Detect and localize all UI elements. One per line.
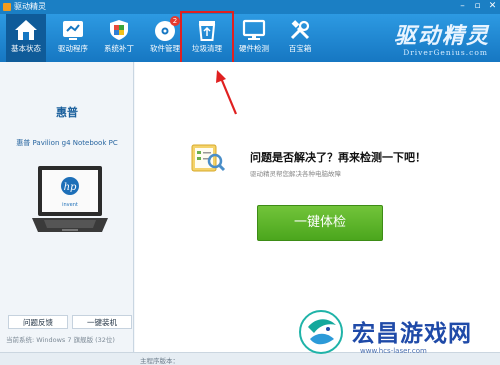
feedback-button[interactable]: 问题反馈 [8,315,68,329]
tab-hardware-detect[interactable]: 硬件检测 [233,14,275,62]
brand-name: 驱动精灵 [393,24,490,49]
device-model: 惠普 Pavilion g4 Notebook PC [16,139,118,147]
minimize-icon[interactable]: – [456,1,469,12]
watermark-url: www.hcs-laser.com [360,347,427,355]
laptop-image: hp invent [32,166,108,232]
maximize-icon[interactable]: ▫ [471,1,484,12]
window-title: 驱动精灵 [14,2,46,11]
tab-basic-status[interactable]: 基本状态 [6,14,46,62]
tab-label: 硬件检测 [239,44,269,53]
monitor-icon [242,19,266,40]
hp-logo-caption: invent [62,202,78,208]
brand-logo: 驱动精灵 DriverGenius.com [370,16,496,60]
annotation-arrow [216,70,238,115]
tab-software-manager[interactable]: 2 软件管理 [145,14,185,62]
checklist-magnifier-icon [191,144,226,172]
app-window: 驱动精灵 – ▫ ✕ 基本状态 驱动程序 系统补丁 2 软件管理 垃圾清理 硬件… [0,0,500,365]
recheck-question: 问题是否解决了？再来检测一下吧！ [250,151,426,164]
update-count-badge: 2 [170,16,180,26]
current-system-info: 当前系统: Windows 7 旗舰版 (32位) [6,334,115,344]
tab-label: 基本状态 [11,44,41,53]
device-info-panel: 惠普 惠普 Pavilion g4 Notebook PC hp invent … [0,62,134,352]
device-brand: 惠普 [56,106,78,119]
recheck-subtitle: 驱动精灵帮您解决各种电脑故障 [250,170,341,178]
tab-label: 软件管理 [150,44,180,53]
watermark-logo-icon [299,310,343,354]
main-toolbar: 基本状态 驱动程序 系统补丁 2 软件管理 垃圾清理 硬件检测 百宝箱 驱动精灵… [0,14,500,62]
close-icon[interactable]: ✕ [486,1,499,12]
watermark-text: 宏昌游戏网 [352,321,472,347]
tools-icon [290,20,310,40]
title-bar: 驱动精灵 – ▫ ✕ [0,0,500,14]
tab-label: 百宝箱 [288,44,312,53]
tab-label: 系统补丁 [104,44,134,53]
system-value: Windows 7 旗舰版 (32位) [36,336,115,344]
tab-label: 驱动程序 [58,44,88,53]
program-version-label: 主程序版本： [140,357,179,365]
driver-icon [63,21,83,40]
hp-logo-text: hp [64,182,77,193]
tab-toolbox[interactable]: 百宝箱 [280,14,320,62]
shield-icon [110,20,128,40]
app-logo-icon [3,3,11,11]
brand-url: DriverGenius.com [403,48,488,57]
one-click-install-button[interactable]: 一键装机 [72,315,132,329]
one-click-checkup-button[interactable]: 一键体检 [257,205,383,241]
annotation-highlight-box [180,11,234,68]
home-icon [15,20,37,40]
tab-system-patch[interactable]: 系统补丁 [99,14,139,62]
tab-drivers[interactable]: 驱动程序 [53,14,93,62]
system-label: 当前系统: [6,336,35,344]
